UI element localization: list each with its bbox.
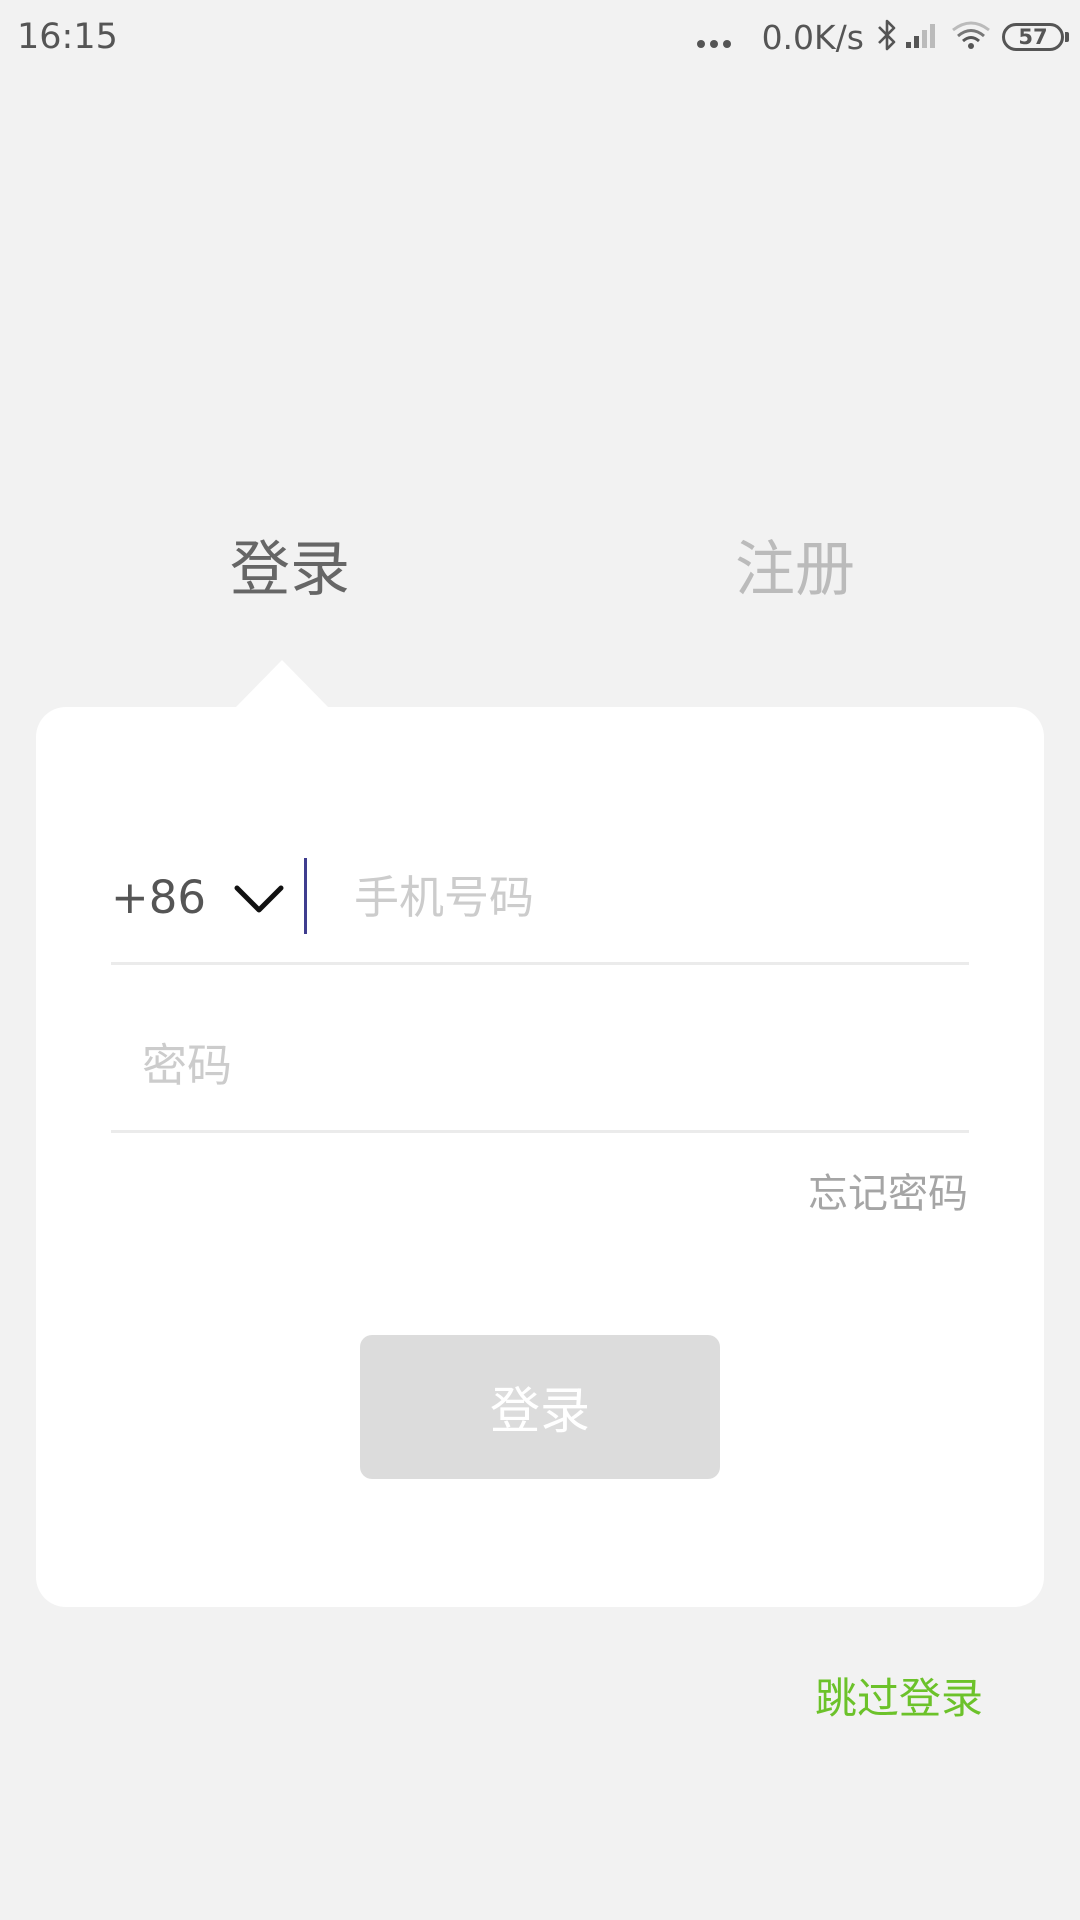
- status-bar: 16:15 0.0K/s 57: [0, 0, 1080, 76]
- active-tab-pointer: [235, 660, 329, 708]
- phone-row: +86: [111, 852, 969, 964]
- tab-register[interactable]: 注册: [695, 530, 895, 610]
- bluetooth-icon: [876, 18, 898, 56]
- wifi-icon: [950, 19, 992, 55]
- phone-input[interactable]: [354, 862, 944, 932]
- status-time: 16:15: [17, 17, 118, 57]
- signal-icon: [904, 20, 944, 54]
- login-button[interactable]: 登录: [360, 1335, 720, 1479]
- battery-level: 57: [1018, 25, 1048, 49]
- forgot-password-link[interactable]: 忘记密码: [808, 1166, 968, 1222]
- tab-login[interactable]: 登录: [190, 530, 390, 610]
- divider: [111, 962, 969, 965]
- password-input[interactable]: [142, 1030, 942, 1100]
- text-caret: [304, 858, 307, 934]
- more-dots-icon: [696, 26, 736, 48]
- skip-login-link[interactable]: 跳过登录: [815, 1670, 983, 1728]
- network-speed: 0.0K/s: [761, 17, 864, 57]
- status-icons: 0.0K/s 57: [696, 14, 1069, 60]
- battery-icon: 57: [1002, 23, 1069, 51]
- divider: [111, 1130, 969, 1133]
- chevron-down-icon[interactable]: [231, 878, 287, 920]
- country-code[interactable]: +86: [111, 866, 206, 930]
